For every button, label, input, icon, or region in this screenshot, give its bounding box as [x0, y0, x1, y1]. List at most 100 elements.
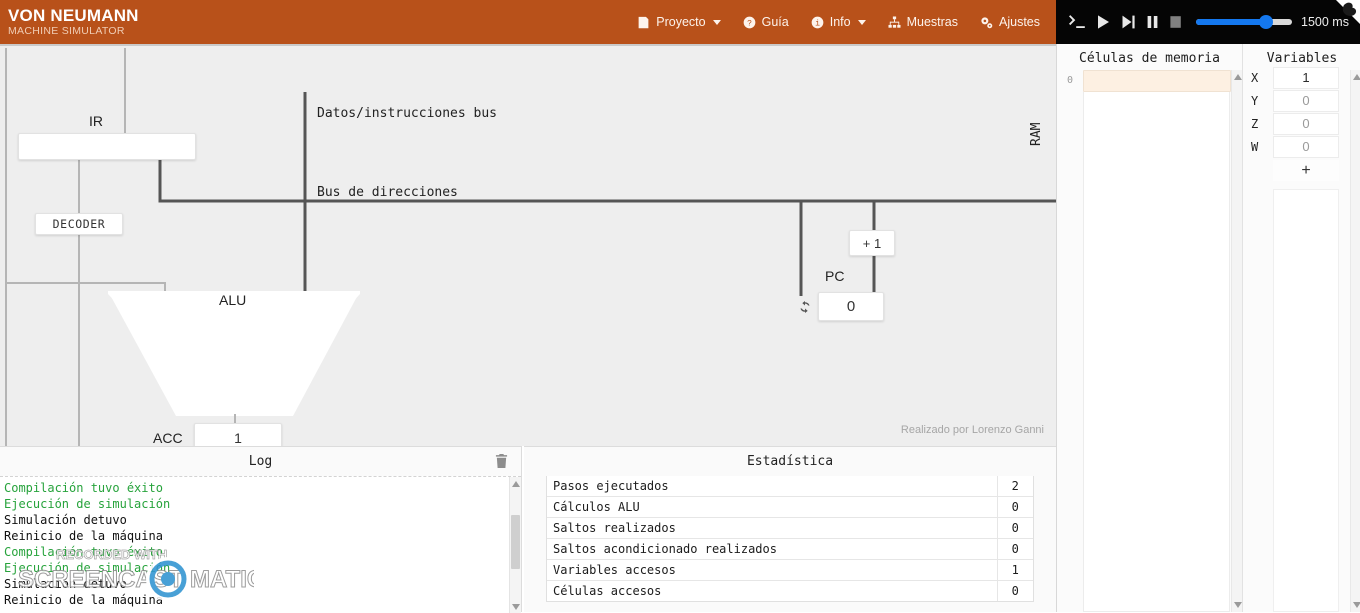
nav-label-ajustes: Ajustes: [999, 15, 1040, 29]
nav-item-guia[interactable]: ? Guía: [743, 15, 789, 29]
bus-wires: [5, 48, 1056, 446]
scroll-down-icon[interactable]: [1353, 602, 1360, 608]
alu-label: ALU: [219, 292, 247, 308]
variable-name: Z: [1251, 116, 1259, 131]
data-bus-label: Datos/instrucciones bus: [317, 106, 498, 121]
table-row: Variables accesos 1: [547, 559, 1033, 581]
variable-value-field[interactable]: 1: [1273, 66, 1339, 89]
sitemap-icon: [888, 15, 901, 29]
pc-label: PC: [825, 268, 845, 284]
stat-value: 0: [996, 580, 1033, 601]
table-row: Pasos ejecutados 2: [547, 476, 1033, 497]
scroll-up-icon[interactable]: [512, 481, 520, 487]
stat-label: Variables accesos: [547, 559, 997, 581]
stat-label: Cálculos ALU: [547, 496, 997, 518]
variable-value-field[interactable]: 0: [1273, 135, 1339, 158]
add-variable-button[interactable]: +: [1273, 160, 1339, 181]
table-row: Saltos realizados 0: [547, 517, 1033, 539]
nav-label-info: Info: [829, 15, 851, 29]
memory-scrollbar[interactable]: [1231, 70, 1242, 612]
memory-cells-title: Células de memoria: [1079, 51, 1220, 66]
play-icon[interactable]: [1096, 14, 1111, 30]
statistics-table: Pasos ejecutados 2 Cálculos ALU 0 Saltos…: [546, 476, 1034, 602]
pc-register-field[interactable]: 0: [818, 292, 884, 321]
stat-value: 0: [996, 517, 1033, 539]
log-entry: Simulación detuvo: [4, 513, 127, 527]
speed-slider[interactable]: [1196, 15, 1292, 29]
log-entry: Compilación tuvo éxito: [4, 545, 163, 559]
variables-panel: Variables X 1 Y 0 Z 0 W 0 +: [1243, 44, 1360, 612]
list-item: Z 0: [1243, 112, 1360, 135]
list-item: Y 0: [1243, 89, 1360, 112]
pause-icon[interactable]: [1146, 14, 1159, 30]
variables-title: Variables: [1266, 51, 1338, 66]
log-entry: Ejecución de simulación: [4, 561, 171, 575]
refresh-icon[interactable]: [792, 294, 818, 319]
stat-value: 0: [996, 496, 1033, 518]
nav-label-proyecto: Proyecto: [656, 15, 706, 29]
statistics-title: Estadística: [746, 454, 834, 469]
stop-icon[interactable]: [1169, 14, 1182, 30]
memory-cells-list[interactable]: 0: [1057, 70, 1243, 612]
memory-cell-field[interactable]: [1083, 70, 1231, 92]
terminal-icon[interactable]: [1068, 14, 1086, 30]
decoder-block: DECODER: [35, 213, 123, 235]
pc-increment-block: + 1: [849, 230, 895, 256]
variable-value-field[interactable]: 0: [1273, 112, 1339, 135]
address-bus-label: Bus de direcciones: [317, 185, 458, 200]
variable-value-field[interactable]: 0: [1273, 89, 1339, 112]
ir-register-field[interactable]: [18, 133, 196, 160]
list-item: X 1: [1243, 66, 1360, 89]
list-item[interactable]: 0: [1057, 70, 1243, 92]
ir-label: IR: [89, 113, 103, 129]
gears-icon: [980, 16, 993, 29]
stat-label: Saltos acondicionado realizados: [547, 538, 997, 560]
nav-label-guia: Guía: [761, 15, 789, 29]
acc-label: ACC: [153, 430, 183, 446]
ram-label: RAM: [1029, 122, 1044, 146]
scroll-up-icon[interactable]: [1234, 74, 1242, 80]
chevron-down-icon: [712, 19, 721, 25]
log-scroll-thumb[interactable]: [511, 515, 520, 569]
log-entries[interactable]: Compilación tuvo éxito Ejecución de simu…: [0, 476, 521, 613]
log-entry: Ejecución de simulación: [4, 497, 171, 511]
speed-slider-thumb[interactable]: [1259, 15, 1273, 29]
machine-diagram: IR DECODER ALU ACC 1 + 1 PC 0 Datos/inst…: [0, 44, 1056, 446]
log-entry: Simulación detuvo: [4, 577, 127, 591]
app-subtitle: MACHINE SIMULATOR: [8, 25, 125, 38]
list-item: W 0: [1243, 135, 1360, 158]
scroll-down-icon[interactable]: [1234, 602, 1242, 608]
author-credit: Realizado por Lorenzo Ganni: [900, 424, 1044, 436]
simulation-toolbar: 1500 ms: [1056, 0, 1360, 44]
nav-item-info[interactable]: i Info: [811, 15, 866, 29]
nav-item-muestras[interactable]: Muestras: [888, 15, 958, 29]
stat-label: Células accesos: [547, 580, 997, 601]
nav-item-proyecto[interactable]: Proyecto: [637, 15, 721, 29]
app-logo: VON NEUMANN MACHINE SIMULATOR: [0, 7, 139, 37]
variable-name: X: [1251, 70, 1259, 85]
nav-item-ajustes[interactable]: Ajustes: [980, 15, 1040, 29]
variables-scrollbar[interactable]: [1350, 70, 1360, 612]
table-row: Saltos acondicionado realizados 0: [547, 538, 1033, 560]
acc-register-field[interactable]: 1: [194, 423, 282, 446]
scroll-down-icon[interactable]: [512, 604, 520, 610]
log-entry: Reinicio de la máquina: [4, 593, 163, 607]
trash-icon[interactable]: [495, 454, 510, 469]
stat-label: Pasos ejecutados: [553, 479, 669, 493]
scroll-up-icon[interactable]: [1353, 74, 1360, 80]
app-title: VON NEUMANN: [8, 6, 139, 26]
nav-label-muestras: Muestras: [906, 15, 958, 29]
mouse-cursor-overlay: [1336, 0, 1360, 24]
statistics-panel-header: Estadística: [524, 447, 1056, 476]
log-panel-header: Log: [0, 447, 521, 476]
log-title: Log: [248, 454, 273, 469]
log-scrollbar[interactable]: [509, 477, 521, 613]
variables-empty-area: [1273, 189, 1339, 612]
variable-name: W: [1251, 139, 1259, 154]
stat-value: 2: [996, 476, 1033, 497]
chevron-down-icon: [857, 19, 866, 25]
memory-cells-panel: Células de memoria 0: [1057, 44, 1243, 612]
stat-label: Saltos realizados: [547, 517, 997, 539]
step-forward-icon[interactable]: [1121, 14, 1136, 30]
app-header: VON NEUMANN MACHINE SIMULATOR Proyecto ?…: [0, 0, 1056, 44]
